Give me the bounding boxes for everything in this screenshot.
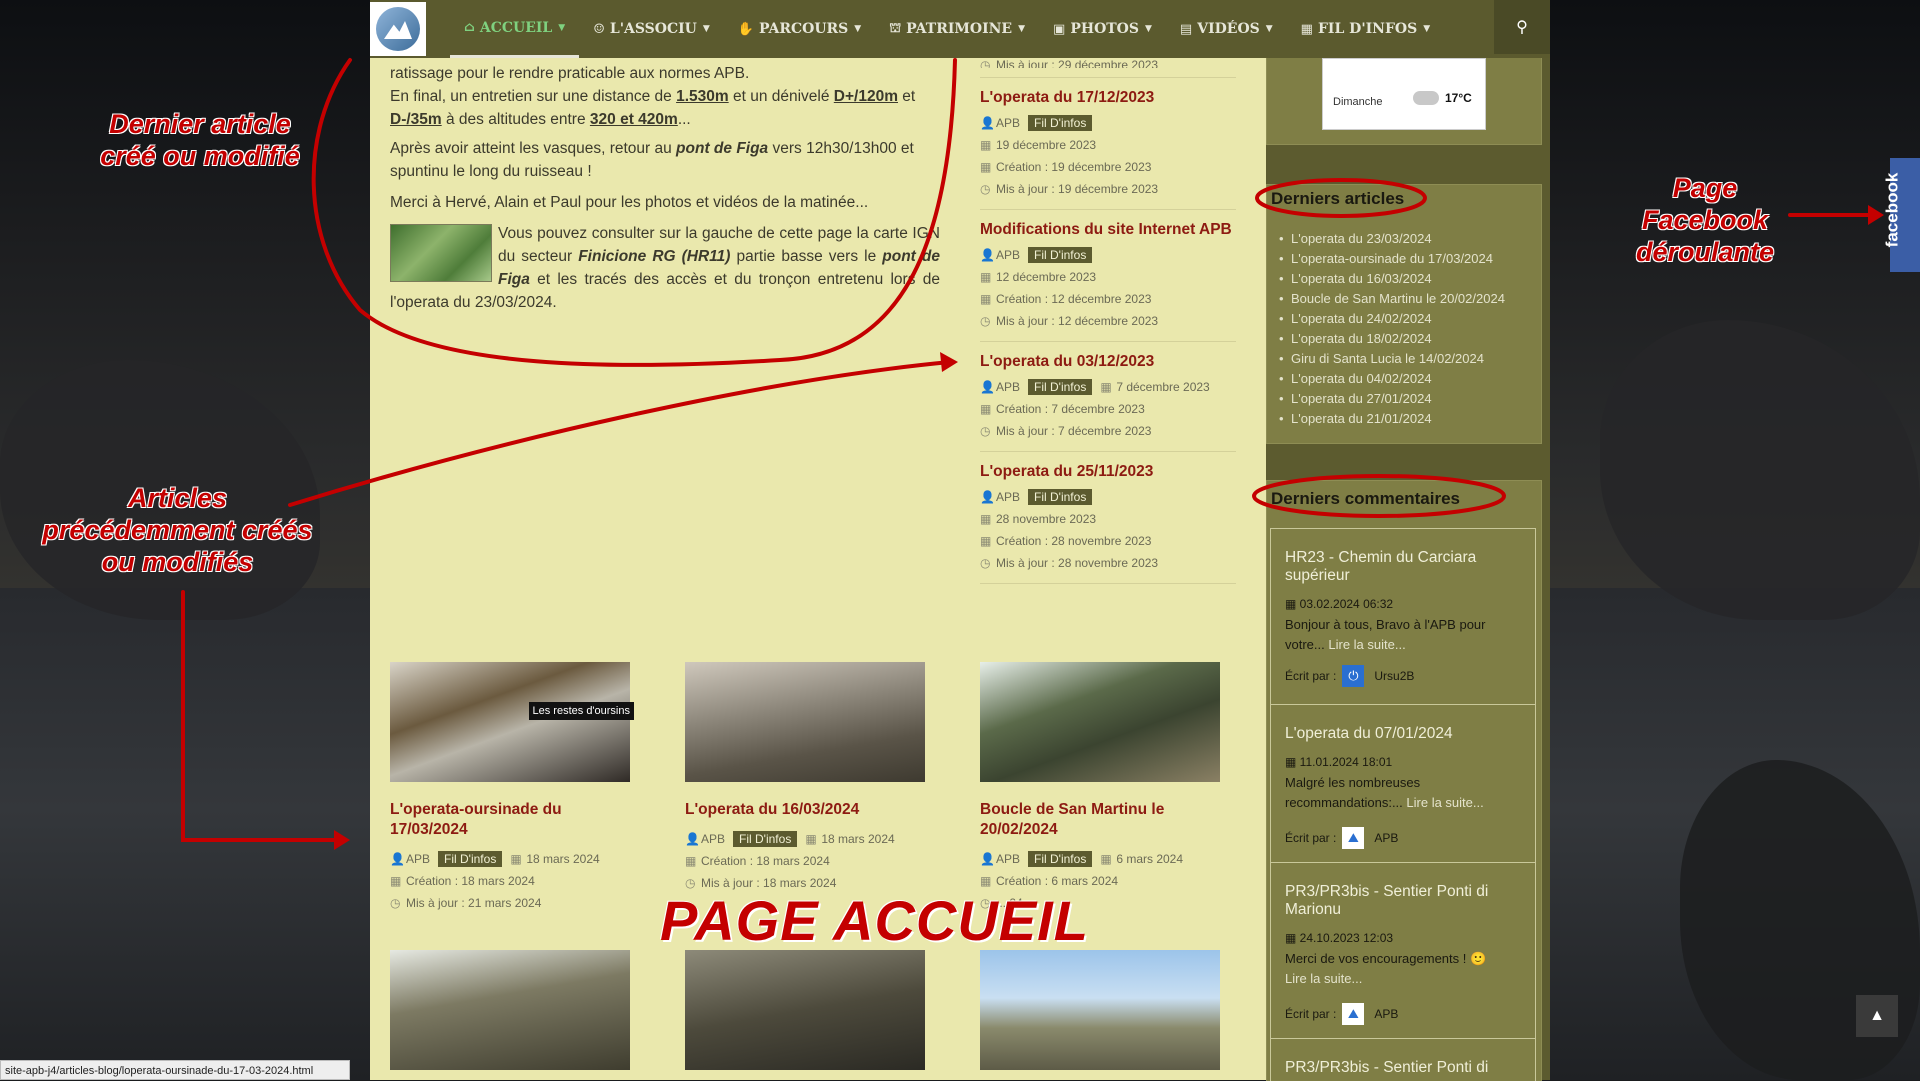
arrow-down-cards	[181, 590, 342, 842]
arrowhead-icon	[940, 352, 958, 372]
annotation-drawings	[181, 58, 1884, 850]
arrowhead-icon	[1868, 205, 1884, 225]
arrowhead-icon	[334, 830, 350, 850]
circle-recent-articles	[1255, 178, 1427, 218]
highlight-loop-last-article	[311, 58, 957, 367]
circle-recent-comments	[1252, 474, 1506, 518]
arrow-previous-articles	[288, 360, 952, 507]
